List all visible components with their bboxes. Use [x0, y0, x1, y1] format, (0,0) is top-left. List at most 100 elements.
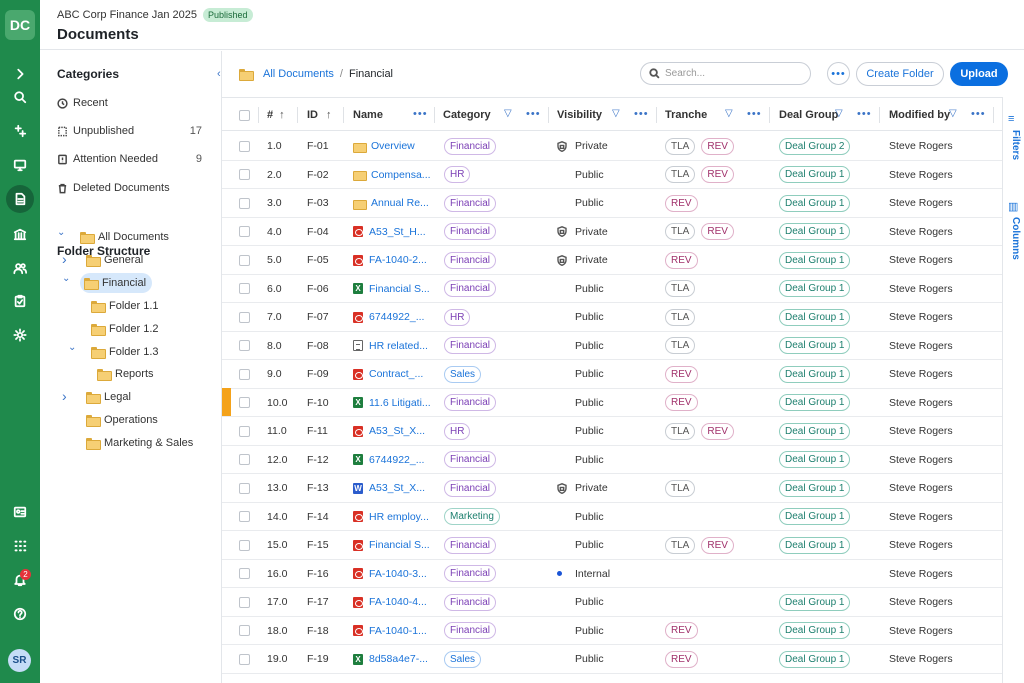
- row-checkbox[interactable]: [239, 283, 250, 294]
- file-name-link[interactable]: A53_St_X...: [369, 425, 425, 437]
- more-options-button[interactable]: •••: [827, 62, 850, 85]
- row-checkbox[interactable]: [239, 140, 250, 152]
- file-name-link[interactable]: FA-1040-4...: [369, 596, 427, 608]
- filter-icon[interactable]: ▽: [504, 108, 512, 119]
- row-checkbox-cell[interactable]: [239, 645, 250, 673]
- column-menu-icon[interactable]: •••: [526, 108, 541, 120]
- category-unpublished[interactable]: Unpublished 17: [57, 121, 202, 141]
- table-row[interactable]: 6.0 F-06 X Financial S... Financial Public TLA…: [222, 275, 1002, 303]
- documents-icon[interactable]: [6, 185, 34, 213]
- chevron-down-icon[interactable]: ⌄: [62, 273, 70, 284]
- row-checkbox-cell[interactable]: [239, 617, 250, 645]
- column-menu-icon[interactable]: •••: [857, 108, 872, 120]
- column-menu-icon[interactable]: •••: [747, 108, 762, 120]
- name-cell[interactable]: Annual Re...: [353, 189, 429, 217]
- name-cell[interactable]: FA-1040-1...: [353, 617, 427, 645]
- search-input[interactable]: Search...: [640, 62, 811, 85]
- table-row[interactable]: 12.0 F-12 X 6744922_... Financial Public Deal …: [222, 446, 1002, 474]
- file-name-link[interactable]: Financial S...: [369, 283, 430, 295]
- file-name-link[interactable]: A53_St_X...: [369, 482, 425, 494]
- name-cell[interactable]: Overview: [353, 132, 415, 160]
- bank-icon[interactable]: [8, 222, 32, 246]
- row-checkbox-cell[interactable]: [239, 503, 250, 531]
- filter-icon[interactable]: ≡: [1008, 113, 1014, 125]
- file-name-link[interactable]: A53_St_H...: [369, 226, 426, 238]
- row-checkbox[interactable]: [239, 425, 250, 437]
- column-header-name[interactable]: Name: [353, 98, 383, 132]
- sort-asc-icon[interactable]: ↑: [279, 109, 285, 121]
- name-cell[interactable]: FA-1040-3...: [353, 560, 427, 588]
- filter-icon[interactable]: ▽: [949, 108, 957, 119]
- column-menu-icon[interactable]: •••: [971, 108, 986, 120]
- file-name-link[interactable]: 11.6 Litigati...: [369, 397, 431, 409]
- columns-icon[interactable]: ▥: [1008, 200, 1018, 213]
- row-checkbox-cell[interactable]: [239, 446, 250, 474]
- column-menu-icon[interactable]: •••: [413, 108, 428, 120]
- folder-item-legal[interactable]: Legal: [86, 387, 131, 407]
- chevron-right-icon[interactable]: ›: [62, 388, 67, 404]
- breadcrumb-root[interactable]: All Documents: [263, 68, 334, 80]
- columns-tab[interactable]: Columns: [1007, 217, 1021, 260]
- chevron-down-icon[interactable]: ⌄: [68, 342, 76, 353]
- file-name-link[interactable]: FA-1040-2...: [369, 254, 427, 266]
- row-checkbox-cell[interactable]: [239, 474, 250, 502]
- row-checkbox[interactable]: [239, 226, 250, 237]
- name-cell[interactable]: FA-1040-2...: [353, 246, 427, 274]
- filter-icon[interactable]: ▽: [612, 108, 620, 119]
- table-row[interactable]: 16.0 F-16 FA-1040-3... Financial Internal Ste…: [222, 560, 1002, 588]
- folder-item-all-documents[interactable]: All Documents: [80, 227, 169, 247]
- file-name-link[interactable]: FA-1040-1...: [369, 625, 427, 637]
- name-cell[interactable]: HR related...: [353, 332, 428, 360]
- column-header-tranche[interactable]: Tranche: [665, 98, 707, 132]
- name-cell[interactable]: X Financial S...: [353, 275, 430, 303]
- row-checkbox-cell[interactable]: [239, 360, 250, 388]
- file-name-link[interactable]: Overview: [371, 140, 415, 152]
- category-attention-needed[interactable]: Attention Needed 9: [57, 149, 202, 169]
- column-menu-icon[interactable]: •••: [634, 108, 649, 120]
- row-checkbox-cell[interactable]: [239, 389, 250, 417]
- row-checkbox-cell[interactable]: [239, 332, 250, 360]
- clipboard-check-icon[interactable]: [8, 289, 32, 313]
- table-row[interactable]: 7.0 F-07 6744922_... HR Public TLA Deal Group …: [222, 303, 1002, 332]
- table-row[interactable]: 4.0 F-04 A53_St_H... Financial Private TLA REV…: [222, 218, 1002, 246]
- name-cell[interactable]: Financial S...: [353, 531, 430, 559]
- folder-item-folder-1-3[interactable]: Folder 1.3: [91, 342, 159, 362]
- monitor-icon[interactable]: [8, 153, 32, 177]
- table-row[interactable]: 13.0 F-13 W A53_St_X... Financial Private TLA D…: [222, 474, 1002, 503]
- filters-tab[interactable]: Filters: [1007, 130, 1021, 160]
- chevron-right-icon[interactable]: ›: [62, 251, 67, 267]
- row-checkbox-cell[interactable]: [239, 246, 250, 274]
- column-header-category[interactable]: Category: [443, 98, 491, 132]
- user-avatar[interactable]: SR: [8, 649, 31, 672]
- table-row[interactable]: 11.0 F-11 A53_St_X... HR Public TLA REV Deal Gr…: [222, 417, 1002, 446]
- row-checkbox-cell[interactable]: [239, 531, 250, 559]
- row-checkbox-cell[interactable]: [239, 417, 250, 445]
- collapse-sidebar-icon[interactable]: ‹: [217, 68, 221, 80]
- expand-icon[interactable]: [8, 62, 32, 86]
- file-name-link[interactable]: 6744922_...: [369, 311, 424, 323]
- row-checkbox-cell[interactable]: [239, 275, 250, 303]
- file-name-link[interactable]: FA-1040-3...: [369, 568, 427, 580]
- search-icon[interactable]: [8, 85, 32, 109]
- gear-icon[interactable]: [8, 323, 32, 347]
- folder-item-reports[interactable]: Reports: [97, 364, 154, 384]
- row-checkbox[interactable]: [239, 169, 250, 180]
- row-checkbox[interactable]: [239, 625, 250, 636]
- row-checkbox[interactable]: [239, 653, 250, 665]
- row-checkbox-cell[interactable]: [239, 189, 250, 217]
- folder-item-marketing-sales[interactable]: Marketing & Sales: [86, 433, 193, 453]
- row-checkbox[interactable]: [239, 397, 250, 408]
- file-name-link[interactable]: HR related...: [369, 340, 428, 352]
- sparkle-icon[interactable]: [8, 119, 32, 143]
- file-name-link[interactable]: 8d58a4e7-...: [369, 653, 428, 665]
- table-row[interactable]: 15.0 F-15 Financial S... Financial Public TLA…: [222, 531, 1002, 560]
- row-checkbox-cell[interactable]: [239, 303, 250, 331]
- row-checkbox[interactable]: [239, 511, 250, 522]
- row-checkbox[interactable]: [239, 454, 250, 465]
- row-checkbox[interactable]: [239, 596, 250, 608]
- name-cell[interactable]: W A53_St_X...: [353, 474, 425, 502]
- file-name-link[interactable]: Financial S...: [369, 539, 430, 551]
- folder-item-folder-1-2[interactable]: Folder 1.2: [91, 319, 159, 339]
- column-header-modified-by[interactable]: Modified by: [889, 98, 950, 132]
- file-name-link[interactable]: HR employ...: [369, 511, 429, 523]
